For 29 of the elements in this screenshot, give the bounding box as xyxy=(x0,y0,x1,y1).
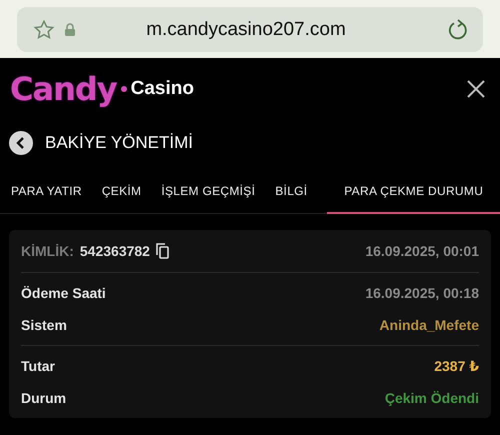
logo-wordmark: Candy xyxy=(10,70,117,108)
logo-text: Casino xyxy=(130,78,194,100)
detail-value: Çekim Ödendi xyxy=(384,390,479,406)
detail-label: Sistem xyxy=(21,317,67,333)
id-value: 542363782 xyxy=(80,243,150,259)
close-button[interactable] xyxy=(466,79,486,99)
detail-value: 16.09.2025, 00:18 xyxy=(365,285,479,301)
tab[interactable]: PARA YATIR xyxy=(0,174,82,214)
id-label: KİMLİK: xyxy=(21,243,74,259)
address-bar[interactable]: m.candycasino207.com xyxy=(17,7,483,52)
detail-label: Tutar xyxy=(21,358,55,374)
tab[interactable]: PARA ÇEKME DURUMU xyxy=(327,174,500,214)
close-icon xyxy=(466,79,486,99)
detail-label: Durum xyxy=(21,390,66,406)
lock-icon xyxy=(65,23,75,36)
tab[interactable]: ÇEKİM xyxy=(102,174,142,214)
back-button[interactable] xyxy=(9,131,33,155)
tab[interactable]: İŞLEM GEÇMİŞİ xyxy=(161,174,256,214)
detail-value: Aninda_Mefete xyxy=(379,317,479,333)
star-icon[interactable] xyxy=(33,18,55,40)
page-title: BAKİYE YÖNETİMİ xyxy=(45,133,194,153)
reload-icon[interactable] xyxy=(447,18,469,42)
copy-icon[interactable] xyxy=(156,243,169,259)
detail-label: Ödeme Saati xyxy=(21,285,106,301)
detail-value: 2387 ₺ xyxy=(434,358,479,374)
tab[interactable]: BİLGİ xyxy=(275,174,308,214)
chevron-left-icon xyxy=(16,137,26,149)
logo-dot xyxy=(120,86,127,92)
created-date: 16.09.2025, 00:01 xyxy=(365,243,479,259)
